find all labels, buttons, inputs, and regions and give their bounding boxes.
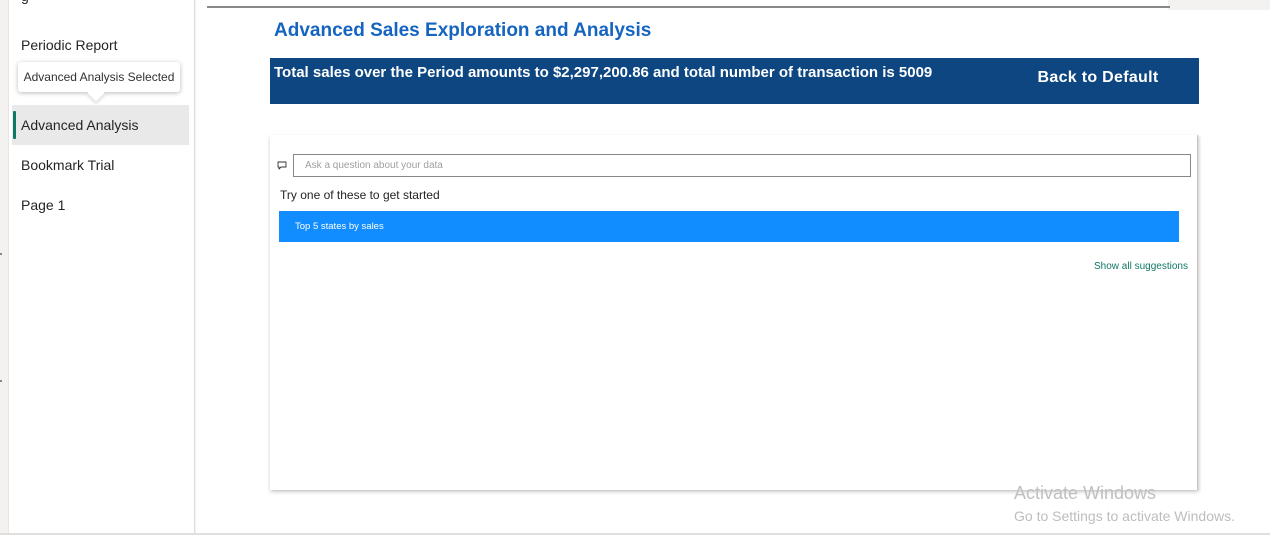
qa-input-placeholder: Ask a question about your data	[305, 160, 443, 171]
nav-item-advanced-analysis[interactable]: Advanced Analysis	[12, 105, 189, 145]
nav-item-bookmark-trial[interactable]: Bookmark Trial	[12, 145, 189, 185]
nav-item-label: Bookmark Trial	[21, 157, 115, 173]
summary-text: Total sales over the Period amounts to $…	[274, 64, 933, 81]
page-title: Advanced Sales Exploration and Analysis	[274, 20, 652, 41]
qa-question-input[interactable]: Ask a question about your data	[293, 154, 1191, 177]
comment-icon	[277, 161, 287, 170]
back-button-label: Back to Default	[1037, 69, 1159, 86]
edge-marker	[0, 380, 2, 382]
show-all-suggestions-link[interactable]: Show all suggestions	[1094, 261, 1188, 272]
qa-suggestion-label: Top 5 states by sales	[295, 221, 384, 232]
edge-marker	[0, 253, 2, 255]
summary-banner: Total sales over the Period amounts to $…	[270, 58, 1199, 104]
tooltip-text: Advanced Analysis Selected	[23, 70, 175, 84]
nav-item-label: Page 1	[21, 197, 66, 213]
qa-suggestion-button[interactable]: Top 5 states by sales	[279, 211, 1179, 242]
collapsed-pane-edge[interactable]	[0, 0, 9, 535]
nav-item-label: Periodic Report	[21, 37, 118, 53]
page-navigation-pane: g Periodic Report Advanced Analysis Sele…	[0, 0, 195, 535]
canvas-scroll-track	[1168, 0, 1270, 10]
selection-tooltip: Advanced Analysis Selected	[18, 62, 180, 92]
nav-item-label: Advanced Analysis	[21, 117, 139, 133]
nav-item-page-1[interactable]: Page 1	[12, 185, 189, 225]
qa-hint-text: Try one of these to get started	[280, 188, 440, 202]
qa-visual: Ask a question about your data Try one o…	[270, 135, 1198, 490]
back-to-default-button[interactable]: Back to Default	[1018, 58, 1178, 98]
cut-off-glyph: g	[21, 0, 29, 4]
powerbi-report-window: g Periodic Report Advanced Analysis Sele…	[0, 0, 1270, 535]
cut-off-nav-item[interactable]: g	[21, 0, 61, 4]
nav-item-periodic-report[interactable]: Periodic Report	[12, 25, 189, 65]
canvas-top-divider	[207, 6, 1170, 8]
